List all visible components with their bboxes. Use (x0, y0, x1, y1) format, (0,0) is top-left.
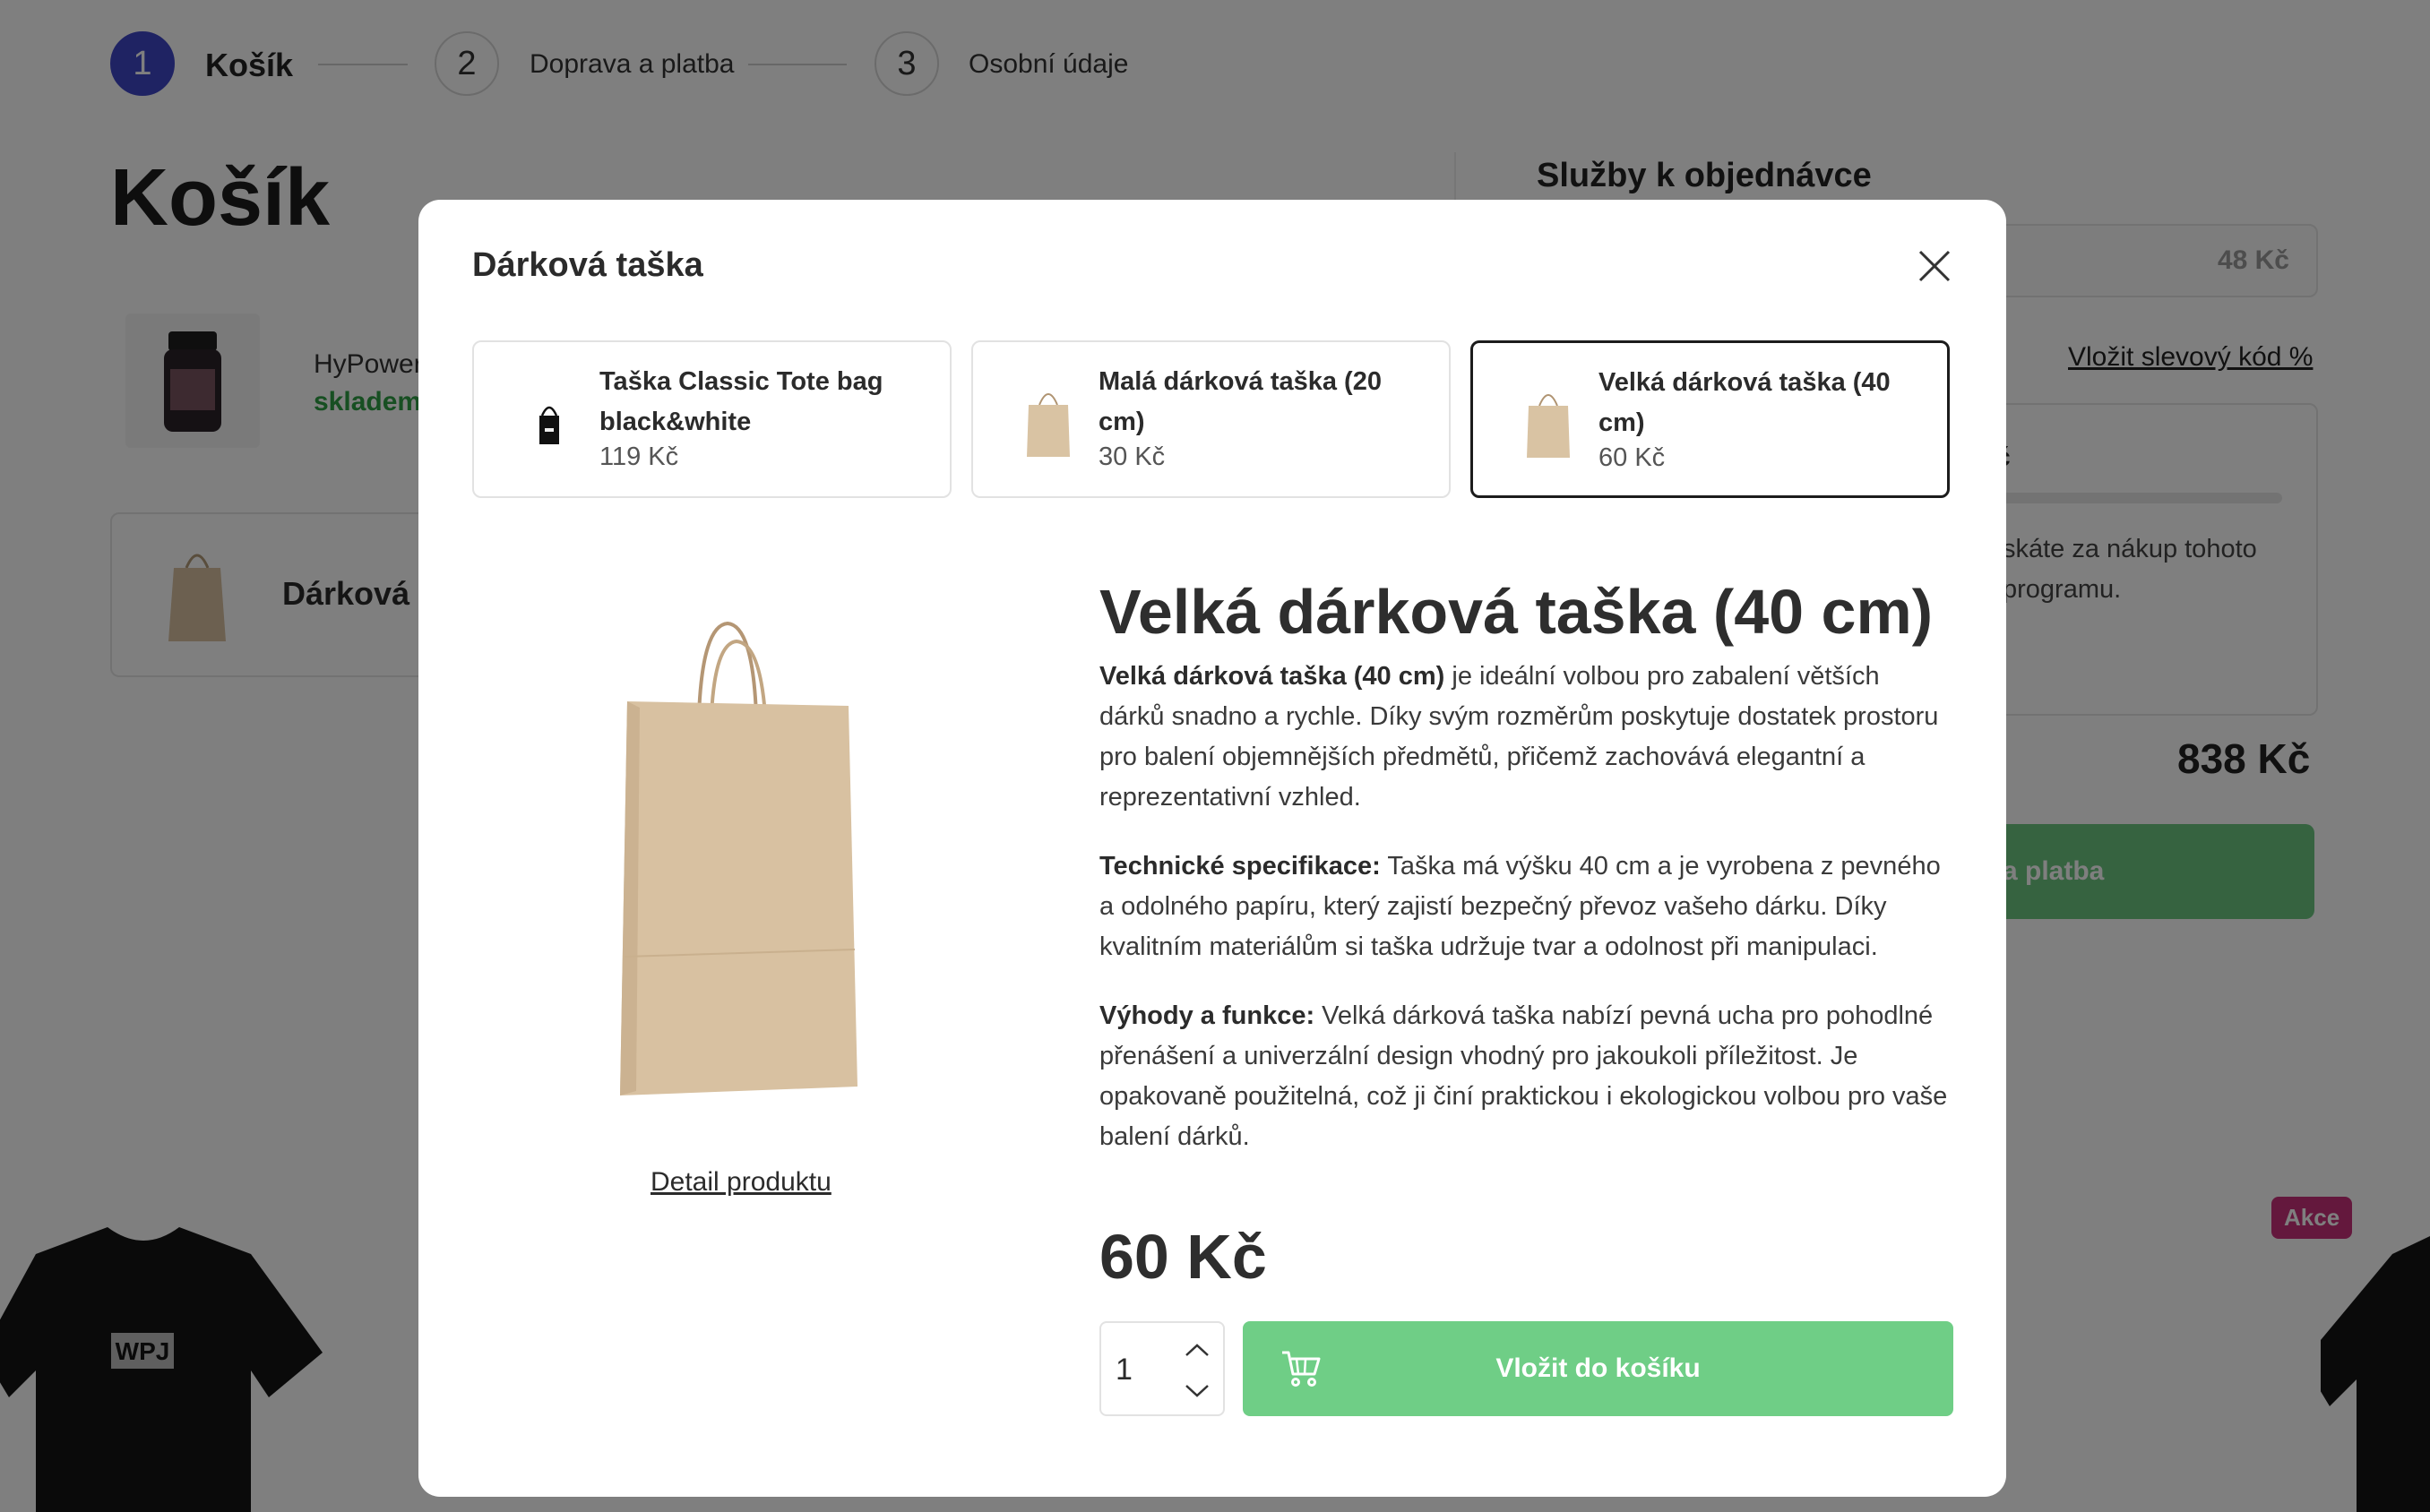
add-to-cart-label: Vložit do košíku (1495, 1353, 1701, 1383)
product-image[interactable] (602, 607, 862, 1136)
paper-bag-icon (1027, 393, 1070, 457)
product-description: Velká dárková taška (40 cm) je ideální v… (1099, 657, 1951, 1186)
product-detail-link[interactable]: Detail produktu (651, 1167, 832, 1198)
variant-tote-bag[interactable]: Taška Classic Tote bag black&white 119 K… (472, 340, 952, 498)
gift-bag-modal: Dárková taška Taška Classic Tote bag bla… (418, 200, 2006, 1497)
description-highlight: Výhody a funkce: (1099, 1001, 1315, 1030)
variant-price: 60 Kč (1598, 443, 1666, 472)
product-price: 60 Kč (1099, 1222, 1267, 1292)
quantity-stepper (1099, 1321, 1225, 1416)
add-to-cart-button[interactable]: Vložit do košíku (1243, 1321, 1953, 1416)
modal-title: Dárková taška (472, 246, 703, 284)
variant-name: Taška Classic Tote bag black&white (599, 367, 883, 436)
tote-bag-icon (539, 406, 559, 444)
variant-price: 119 Kč (599, 442, 679, 471)
close-icon[interactable] (1915, 246, 1954, 286)
variant-name: Malá dárková taška (20 cm) (1099, 367, 1382, 436)
paper-bag-icon (1527, 394, 1570, 458)
quantity-input[interactable] (1114, 1348, 1171, 1391)
variant-price: 30 Kč (1099, 442, 1166, 471)
variant-small-bag[interactable]: Malá dárková taška (20 cm) 30 Kč (971, 340, 1451, 498)
description-highlight: Technické specifikace: (1099, 852, 1381, 881)
description-highlight: Velká dárková taška (40 cm) (1099, 662, 1445, 691)
variant-name: Velká dárková taška (40 cm) (1598, 368, 1891, 437)
chevron-down-icon[interactable] (1184, 1380, 1211, 1400)
variant-large-bag[interactable]: Velká dárková taška (40 cm) 60 Kč (1470, 340, 1950, 498)
product-title: Velká dárková taška (40 cm) (1099, 577, 1934, 647)
chevron-up-icon[interactable] (1184, 1341, 1211, 1361)
